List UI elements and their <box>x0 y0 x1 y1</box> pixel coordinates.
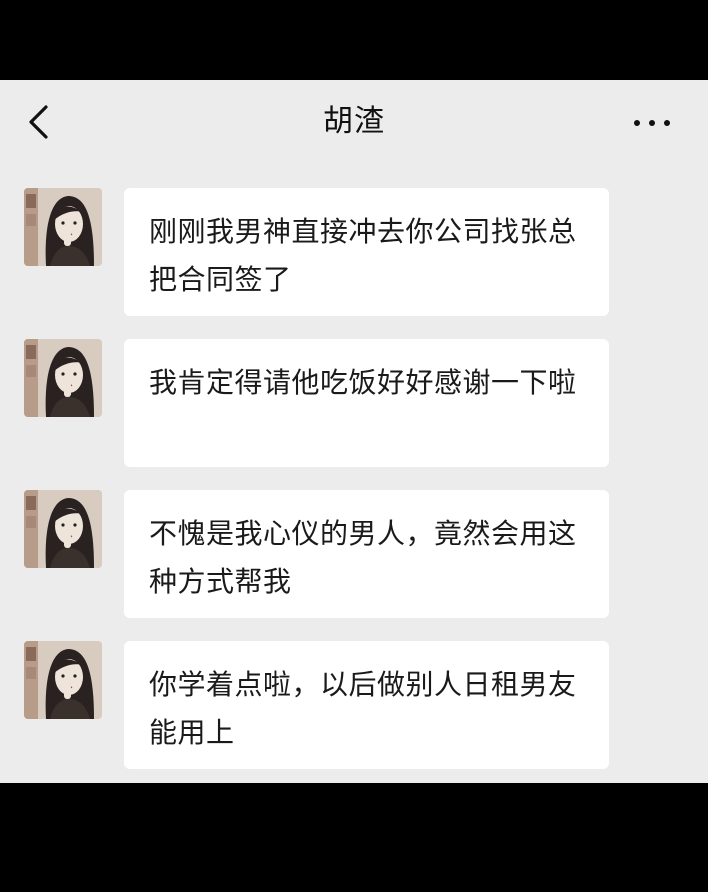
message-row: 你学着点啦，以后做别人日租男友能用上 <box>0 641 708 771</box>
more-horizontal-icon <box>634 120 640 126</box>
message-bubble[interactable]: 刚刚我男神直接冲去你公司找张总把合同签了 <box>124 188 609 316</box>
woman-avatar-icon <box>24 641 102 719</box>
message-row: 我肯定得请他吃饭好好感谢一下啦 <box>0 339 708 469</box>
chat-title: 胡渣 <box>323 104 385 139</box>
navigation-bar: 胡渣 <box>0 80 708 164</box>
message-row: 不愧是我心仪的男人，竟然会用这种方式帮我 <box>0 490 708 620</box>
contact-avatar[interactable] <box>24 188 102 266</box>
letterbox-bottom <box>0 783 708 892</box>
chat-screen: 胡渣 刚刚我男神直接冲去你公司找张总把合同签了 我肯定得请他吃饭好好感谢一下啦 … <box>0 80 708 783</box>
contact-avatar[interactable] <box>24 490 102 568</box>
message-bubble[interactable]: 不愧是我心仪的男人，竟然会用这种方式帮我 <box>124 490 609 618</box>
more-horizontal-icon <box>664 120 670 126</box>
more-button[interactable] <box>626 104 678 140</box>
contact-avatar[interactable] <box>24 641 102 719</box>
message-bubble[interactable]: 你学着点啦，以后做别人日租男友能用上 <box>124 641 609 769</box>
letterbox-top <box>0 0 708 80</box>
message-row: 刚刚我男神直接冲去你公司找张总把合同签了 <box>0 188 708 318</box>
more-horizontal-icon <box>649 120 655 126</box>
message-bubble[interactable]: 我肯定得请他吃饭好好感谢一下啦 <box>124 339 609 467</box>
woman-avatar-icon <box>24 188 102 266</box>
contact-avatar[interactable] <box>24 339 102 417</box>
woman-avatar-icon <box>24 490 102 568</box>
woman-avatar-icon <box>24 339 102 417</box>
